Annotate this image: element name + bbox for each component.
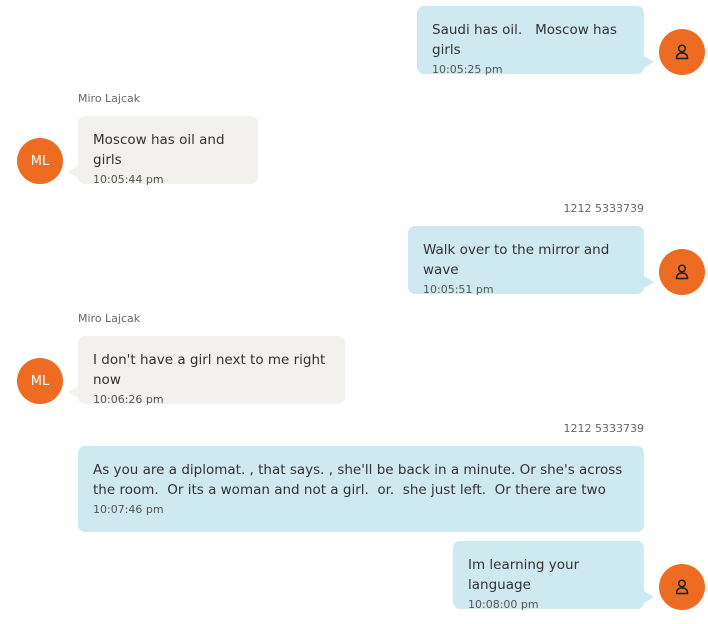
message-bubble-incoming[interactable]: Moscow has oil and girls 10:05:44 pm bbox=[78, 116, 258, 186]
sender-name: Miro Lajcak bbox=[78, 312, 141, 325]
sender-number: 1212 5333739 bbox=[563, 422, 644, 435]
message-text: Walk over to the mirror and wave bbox=[423, 242, 614, 278]
message-text: As you are a diplomat. , that says. , sh… bbox=[93, 462, 627, 498]
user-avatar[interactable] bbox=[659, 29, 705, 75]
message-text: Im learning your language bbox=[468, 557, 584, 593]
message-timestamp: 10:07:46 pm bbox=[93, 503, 164, 516]
user-icon bbox=[675, 44, 689, 60]
message-bubble-outgoing[interactable]: Walk over to the mirror and wave 10:05:5… bbox=[408, 226, 644, 296]
message-timestamp: 10:06:26 pm bbox=[93, 393, 164, 406]
message-bubble-outgoing[interactable]: Im learning your language 10:08:00 pm bbox=[453, 541, 644, 611]
message-text: I don't have a girl next to me right now bbox=[93, 352, 330, 388]
sender-number: 1212 5333739 bbox=[563, 202, 644, 215]
message-bubble-outgoing[interactable]: Saudi has oil. Moscow has girls 10:05:25… bbox=[417, 6, 644, 76]
contact-avatar[interactable]: ML bbox=[17, 138, 63, 184]
contact-avatar[interactable]: ML bbox=[17, 358, 63, 404]
bubble-tail bbox=[68, 386, 78, 398]
sender-name: Miro Lajcak bbox=[78, 92, 141, 105]
bubble-tail bbox=[68, 166, 78, 178]
message-bubble-incoming[interactable]: I don't have a girl next to me right now… bbox=[78, 336, 345, 406]
bubble-tail bbox=[644, 276, 654, 288]
avatar-initials: ML bbox=[30, 373, 50, 389]
message-timestamp: 10:08:00 pm bbox=[468, 598, 539, 611]
message-timestamp: 10:05:44 pm bbox=[93, 173, 164, 186]
message-timestamp: 10:05:25 pm bbox=[432, 63, 503, 76]
bubble-tail bbox=[644, 591, 654, 603]
user-icon bbox=[675, 264, 689, 280]
message-bubble-outgoing[interactable]: As you are a diplomat. , that says. , sh… bbox=[78, 446, 644, 532]
message-text: Moscow has oil and girls bbox=[93, 132, 229, 168]
user-icon bbox=[675, 579, 689, 595]
user-avatar[interactable] bbox=[659, 249, 705, 295]
avatar-initials: ML bbox=[30, 153, 50, 169]
message-timestamp: 10:05:51 pm bbox=[423, 283, 494, 296]
bubble-tail bbox=[644, 56, 654, 68]
user-avatar[interactable] bbox=[659, 564, 705, 610]
message-text: Saudi has oil. Moscow has girls bbox=[432, 22, 622, 58]
